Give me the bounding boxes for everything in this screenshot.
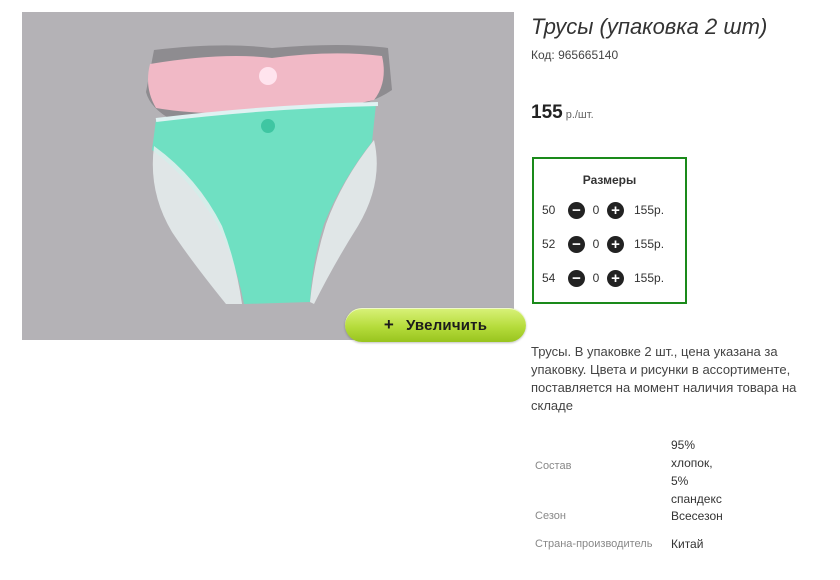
quantity-value: 0 [592, 237, 600, 251]
size-label: 50 [542, 203, 556, 217]
sizes-box: Размеры 50 − 0 + 155р. 52 − 0 + 155р. 54… [532, 157, 687, 304]
price-row: 155 р./шт. [531, 102, 594, 124]
composition-line: хлопок, [671, 456, 713, 470]
quantity-value: 0 [592, 203, 600, 217]
size-label: 52 [542, 237, 556, 251]
product-title: Трусы (упаковка 2 шт) [531, 14, 768, 39]
quantity-value: 0 [592, 271, 600, 285]
size-row: 52 − 0 + 155р. [542, 234, 682, 254]
plus-circle-icon[interactable]: + [607, 269, 624, 287]
plus-icon: + [383, 315, 394, 334]
minus-circle-icon[interactable]: − [568, 201, 585, 219]
size-label: 54 [542, 271, 556, 285]
size-price: 155р. [634, 203, 665, 217]
plus-circle-icon[interactable]: + [607, 235, 624, 253]
attribute-label: Состав [535, 460, 572, 472]
attribute-value: Всесезон [671, 509, 723, 523]
price-value: 155 [531, 102, 563, 123]
product-photo [146, 45, 392, 304]
attribute-value: 95% хлопок, 5% спандекс [671, 436, 722, 508]
sizes-title: Размеры [582, 173, 637, 187]
composition-line: спандекс [671, 492, 722, 506]
size-row: 50 − 0 + 155р. [542, 200, 682, 220]
minus-circle-icon[interactable]: − [568, 269, 585, 287]
zoom-button-label: Увеличить [405, 316, 488, 334]
price-unit: р./шт. [565, 109, 594, 121]
attribute-label: Страна-производитель [535, 538, 653, 550]
plus-circle-icon[interactable]: + [607, 201, 624, 219]
attribute-label: Сезон [535, 510, 566, 522]
zoom-button[interactable]: + Увеличить [345, 308, 526, 342]
product-image[interactable]: + Увеличить [22, 12, 526, 342]
product-description: Трусы. В упаковке 2 шт., цена указана за… [531, 344, 797, 413]
size-price: 155р. [634, 237, 665, 251]
size-price: 155р. [634, 271, 665, 285]
composition-line: 95% [671, 438, 696, 452]
minus-circle-icon[interactable]: − [568, 235, 585, 253]
composition-line: 5% [671, 474, 689, 488]
size-row: 54 − 0 + 155р. [542, 268, 682, 288]
product-code: Код: 965665140 [531, 48, 619, 62]
attribute-value: Китай [671, 537, 704, 551]
